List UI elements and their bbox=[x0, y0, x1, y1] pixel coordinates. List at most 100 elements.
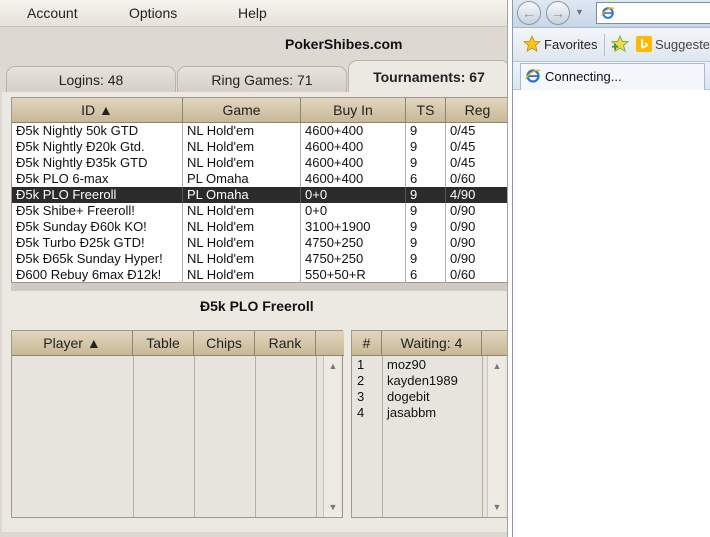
favorites-bar: Favorites Suggested bbox=[513, 28, 710, 62]
cell-id: Đ600 Rebuy 6max Đ12k! bbox=[12, 267, 183, 283]
cell-buy-in: 550+50+R bbox=[301, 267, 406, 283]
site-title: PokerShibes.com bbox=[285, 36, 403, 52]
list-item[interactable]: 1 moz90 bbox=[352, 357, 492, 373]
add-to-favorites-icon[interactable] bbox=[611, 35, 629, 53]
cell-ts: 9 bbox=[406, 235, 446, 251]
table-row[interactable]: Đ5k Sunday Đ60k KO! NL Hold'em 3100+1900… bbox=[12, 219, 507, 235]
cell-ts: 6 bbox=[406, 267, 446, 283]
table-row[interactable]: Đ5k PLO 6-max PL Omaha 4600+400 6 0/60 bbox=[12, 171, 507, 187]
cell-ts: 9 bbox=[406, 187, 446, 203]
favorites-star-icon bbox=[523, 35, 541, 52]
column-header-number[interactable]: # bbox=[352, 331, 382, 356]
column-header-blank bbox=[316, 331, 344, 356]
table-row[interactable]: Đ5k Đ65k Sunday Hyper! NL Hold'em 4750+2… bbox=[12, 251, 507, 267]
cell-reg: 0/90 bbox=[450, 251, 476, 266]
cell-reg: 0/45 bbox=[450, 155, 476, 170]
cell-ts: 9 bbox=[406, 219, 446, 235]
table-row-selected[interactable]: Đ5k PLO Freeroll PL Omaha 0+0 9 4/90 bbox=[12, 187, 507, 203]
cell-id: Đ5k PLO 6-max bbox=[12, 171, 183, 187]
forward-button[interactable]: → bbox=[546, 1, 570, 25]
address-bar[interactable] bbox=[596, 2, 710, 24]
column-divider bbox=[255, 356, 256, 517]
column-header-blank bbox=[482, 331, 507, 356]
cell-id: Đ5k Turbo Đ25k GTD! bbox=[12, 235, 183, 251]
scroll-up-arrow-icon[interactable]: ▲ bbox=[491, 360, 503, 372]
table-row[interactable]: Đ5k Nightly 50k GTD NL Hold'em 4600+400 … bbox=[12, 123, 507, 139]
divider bbox=[604, 34, 605, 56]
internet-explorer-icon bbox=[525, 69, 541, 83]
column-header-buy-in[interactable]: Buy In bbox=[301, 98, 406, 123]
player-scrollbar[interactable]: ▲ ▼ bbox=[323, 356, 341, 517]
cell-game: NL Hold'em bbox=[183, 219, 301, 235]
cell-id: Đ5k PLO Freeroll bbox=[12, 187, 183, 203]
menu-options[interactable]: Options bbox=[129, 5, 177, 21]
tab-ring-games[interactable]: Ring Games: 71 bbox=[177, 66, 347, 92]
scroll-down-arrow-icon[interactable]: ▼ bbox=[491, 501, 503, 513]
column-header-waiting[interactable]: Waiting: 4 bbox=[382, 331, 482, 356]
browser-tab-title: Connecting... bbox=[545, 69, 622, 84]
column-header-ts[interactable]: TS bbox=[406, 98, 446, 123]
menu-help[interactable]: Help bbox=[238, 5, 267, 21]
column-header-chips[interactable]: Chips bbox=[194, 331, 255, 356]
cell-buy-in: 0+0 bbox=[301, 203, 406, 219]
column-divider bbox=[194, 356, 195, 517]
list-item[interactable]: 3 dogebit bbox=[352, 389, 492, 405]
cell-ts: 9 bbox=[406, 139, 446, 155]
column-header-table[interactable]: Table bbox=[133, 331, 194, 356]
cell-reg: 4/90 bbox=[450, 187, 476, 202]
cell-reg: 0/45 bbox=[450, 123, 476, 138]
cell-reg: 0/60 bbox=[450, 267, 476, 282]
tab-tournaments[interactable]: Tournaments: 67 bbox=[348, 60, 507, 92]
waiting-number: 1 bbox=[357, 357, 365, 372]
cell-buy-in: 0+0 bbox=[301, 187, 406, 203]
table-row[interactable]: Đ5k Nightly Đ35k GTD NL Hold'em 4600+400… bbox=[12, 155, 507, 171]
table-row[interactable]: Đ5k Nightly Đ20k Gtd. NL Hold'em 4600+40… bbox=[12, 139, 507, 155]
cell-game: PL Omaha bbox=[183, 187, 301, 203]
column-header-reg[interactable]: Reg bbox=[446, 98, 507, 123]
column-header-id[interactable]: ID ▲ bbox=[12, 98, 183, 123]
menu-account[interactable]: Account bbox=[27, 5, 78, 21]
browser-tab[interactable]: Connecting... bbox=[520, 63, 705, 90]
cell-id: Đ5k Nightly Đ35k GTD bbox=[12, 155, 183, 171]
menu-bar: Account Options Help bbox=[0, 0, 507, 27]
browser-tab-strip: Connecting... bbox=[513, 62, 710, 90]
horizontal-scrollbar[interactable] bbox=[11, 283, 507, 291]
scroll-down-arrow-icon[interactable]: ▼ bbox=[327, 501, 339, 513]
column-header-game[interactable]: Game bbox=[183, 98, 301, 123]
table-row[interactable]: Đ600 Rebuy 6max Đ12k! NL Hold'em 550+50+… bbox=[12, 267, 507, 283]
history-dropdown-icon[interactable]: ▼ bbox=[575, 7, 584, 17]
list-item[interactable]: 4 jasabbm bbox=[352, 405, 492, 421]
scroll-up-arrow-icon[interactable]: ▲ bbox=[327, 360, 339, 372]
cell-buy-in: 4750+250 bbox=[301, 251, 406, 267]
table-row[interactable]: Đ5k Turbo Đ25k GTD! NL Hold'em 4750+250 … bbox=[12, 235, 507, 251]
selected-tournament-title: Đ5k PLO Freeroll bbox=[200, 298, 314, 314]
cell-id: Đ5k Nightly 50k GTD bbox=[12, 123, 183, 139]
list-item[interactable]: 2 kayden1989 bbox=[352, 373, 492, 389]
cell-ts: 9 bbox=[406, 203, 446, 219]
column-header-player[interactable]: Player ▲ bbox=[12, 331, 133, 356]
cell-buy-in: 4750+250 bbox=[301, 235, 406, 251]
cell-id: Đ5k Shibe+ Freeroll! bbox=[12, 203, 183, 219]
cell-game: NL Hold'em bbox=[183, 155, 301, 171]
cell-ts: 9 bbox=[406, 251, 446, 267]
tab-logins[interactable]: Logins: 48 bbox=[6, 66, 176, 92]
waiting-number: 4 bbox=[357, 405, 365, 420]
cell-buy-in: 3100+1900 bbox=[301, 219, 406, 235]
cell-game: NL Hold'em bbox=[183, 123, 301, 139]
cell-game: NL Hold'em bbox=[183, 267, 301, 283]
suggested-sites-button[interactable]: Suggested bbox=[655, 37, 710, 52]
cell-reg: 0/60 bbox=[450, 171, 476, 186]
internet-explorer-icon bbox=[601, 7, 615, 19]
column-header-rank[interactable]: Rank bbox=[255, 331, 316, 356]
forward-arrow-icon: → bbox=[551, 5, 565, 21]
cell-buy-in: 4600+400 bbox=[301, 123, 406, 139]
cell-ts: 9 bbox=[406, 123, 446, 139]
table-row[interactable]: Đ5k Shibe+ Freeroll! NL Hold'em 0+0 9 0/… bbox=[12, 203, 507, 219]
browser-window: ← → ▼ Favorites Suggeste Connecting... bbox=[512, 0, 710, 537]
back-button[interactable]: ← bbox=[517, 1, 541, 25]
bing-icon bbox=[636, 36, 652, 52]
favorites-button[interactable]: Favorites bbox=[544, 37, 597, 52]
cell-game: PL Omaha bbox=[183, 171, 301, 187]
waiting-scrollbar[interactable]: ▲ ▼ bbox=[487, 356, 505, 517]
cell-ts: 9 bbox=[406, 155, 446, 171]
